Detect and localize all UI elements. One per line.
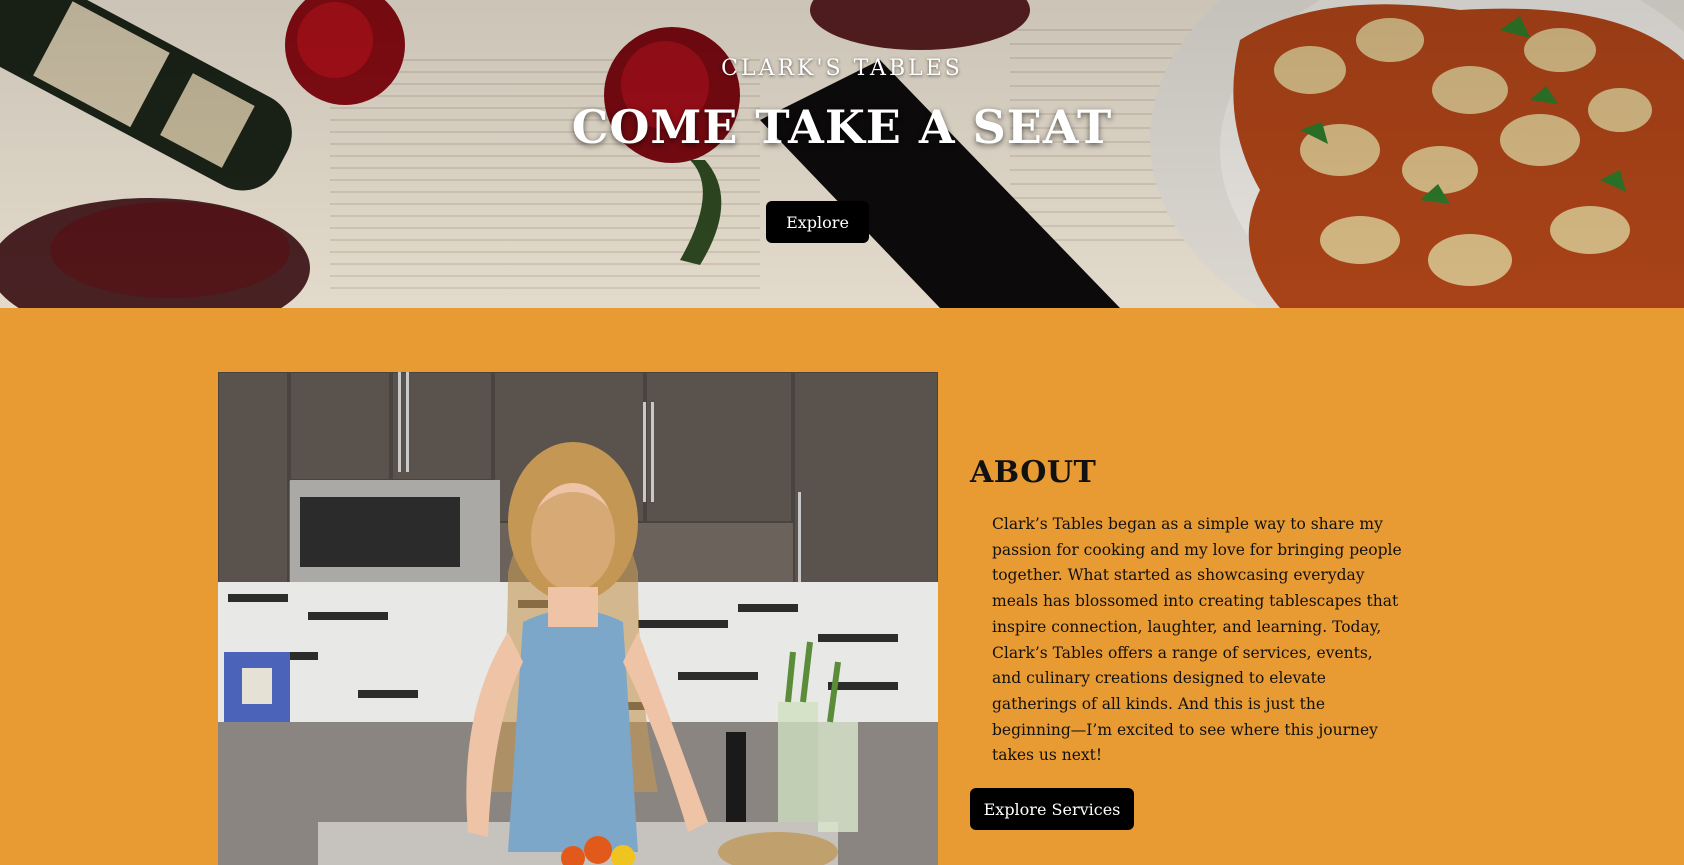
hero-title: COME TAKE A SEAT [571,100,1113,154]
site-brand: CLARK'S TABLES [721,56,963,81]
about-text-block: ABOUT Clark’s Tables began as a simple w… [970,455,1410,769]
explore-services-button[interactable]: Explore Services [970,788,1134,830]
about-photo [218,372,938,865]
explore-button[interactable]: Explore [766,201,869,243]
about-body-text: Clark’s Tables began as a simple way to … [992,515,1402,765]
kitchen-photo-image [218,372,938,865]
about-heading: ABOUT [970,455,1097,490]
hero-content: CLARK'S TABLES COME TAKE A SEAT Explore [0,0,1684,308]
hero-section: CLARK'S TABLES COME TAKE A SEAT Explore [0,0,1684,308]
